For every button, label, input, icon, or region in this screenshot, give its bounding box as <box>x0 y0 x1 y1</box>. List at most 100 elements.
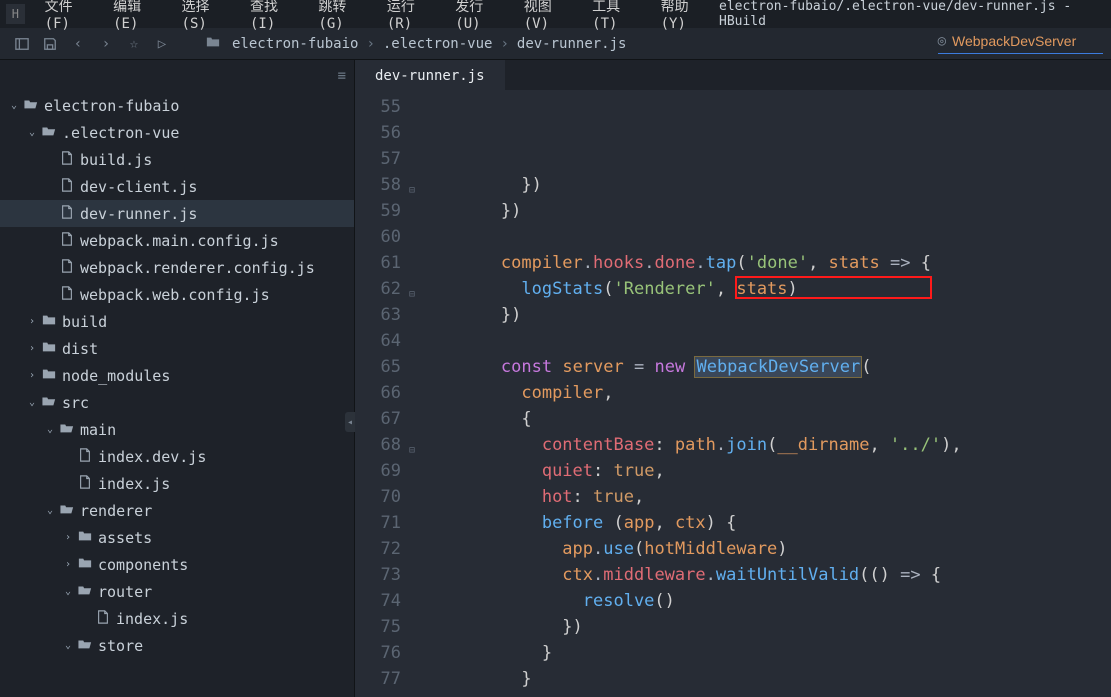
code-line[interactable]: }) <box>419 172 1111 198</box>
tree-folder[interactable]: ⌄src <box>0 389 354 416</box>
breadcrumb-item[interactable]: electron-fubaio <box>228 36 362 52</box>
line-number: 59 <box>355 198 401 224</box>
folder-open-icon <box>76 583 94 601</box>
search-box[interactable]: ◎ <box>938 33 1103 54</box>
code-line[interactable]: }) <box>419 614 1111 640</box>
tree-label: index.js <box>116 610 188 628</box>
file-icon <box>58 178 76 196</box>
chevron-right-icon[interactable]: › <box>26 316 38 327</box>
search-input[interactable] <box>952 33 1097 49</box>
file-icon <box>76 475 94 493</box>
tree-folder[interactable]: ⌄main <box>0 416 354 443</box>
chevron-right-icon[interactable]: › <box>26 370 38 381</box>
code-line[interactable]: resolve() <box>419 588 1111 614</box>
code-line[interactable]: const server = new WebpackDevServer( <box>419 354 1111 380</box>
tree-file[interactable]: ·index.js <box>0 470 354 497</box>
menu-bar: H 文件(F)编辑(E)选择(S)查找(I)跳转(G)运行(R)发行(U)视图(… <box>0 0 1111 28</box>
fold-icon[interactable]: ⊟ <box>409 438 415 464</box>
tab-title: dev-runner.js <box>375 68 485 84</box>
tree-file[interactable]: ·dev-client.js <box>0 173 354 200</box>
tree-file[interactable]: ·webpack.renderer.config.js <box>0 254 354 281</box>
code-line[interactable]: }) <box>419 302 1111 328</box>
menu-item[interactable]: 选择(S) <box>172 0 240 32</box>
tool-save-icon[interactable] <box>36 32 64 56</box>
fold-icon[interactable]: ⊟ <box>409 282 415 308</box>
tree-folder[interactable]: ⌄store <box>0 632 354 659</box>
tree-folder[interactable]: ⌄.electron-vue <box>0 119 354 146</box>
tree-file[interactable]: ·webpack.web.config.js <box>0 281 354 308</box>
tree-label: dev-client.js <box>80 178 197 196</box>
tree-folder[interactable]: ›dist <box>0 335 354 362</box>
fold-icon[interactable]: ⊟ <box>409 178 415 204</box>
tree-folder[interactable]: ›node_modules <box>0 362 354 389</box>
code-line[interactable] <box>419 328 1111 354</box>
code-line[interactable]: contentBase: path.join(__dirname, '../')… <box>419 432 1111 458</box>
tree-file[interactable]: ·index.dev.js <box>0 443 354 470</box>
code-lines[interactable]: }) }) compiler.hooks.done.tap('done', st… <box>419 90 1111 697</box>
code-line[interactable] <box>419 224 1111 250</box>
run-icon[interactable]: ▷ <box>148 32 176 56</box>
tree-label: index.js <box>98 475 170 493</box>
nav-back-icon[interactable]: ‹ <box>64 32 92 56</box>
sidebar-collapse-handle[interactable]: ◂ <box>345 412 355 432</box>
chevron-down-icon[interactable]: ⌄ <box>44 505 56 516</box>
folder-open-icon <box>22 97 40 115</box>
menu-item[interactable]: 帮助(Y) <box>651 0 719 32</box>
chevron-down-icon[interactable]: ⌄ <box>26 127 38 138</box>
star-icon[interactable]: ☆ <box>120 32 148 56</box>
tree-folder[interactable]: ›build <box>0 308 354 335</box>
editor-tab[interactable]: dev-runner.js <box>355 60 505 90</box>
code-editor[interactable]: 55565758⊟59606162⊟636465666768⊟697071727… <box>355 90 1111 697</box>
menu-item[interactable]: 视图(V) <box>514 0 582 32</box>
chevron-down-icon[interactable]: ⌄ <box>62 640 74 651</box>
code-line[interactable]: } <box>419 666 1111 692</box>
tree-folder[interactable]: ›components <box>0 551 354 578</box>
breadcrumb-item[interactable]: .electron-vue <box>379 36 497 52</box>
collapse-sidebar-icon[interactable]: ≡ <box>338 68 346 84</box>
line-number: 69 <box>355 458 401 484</box>
tree-folder[interactable]: ⌄renderer <box>0 497 354 524</box>
menu-item[interactable]: 工具(T) <box>582 0 650 32</box>
menu-item[interactable]: 文件(F) <box>35 0 103 32</box>
tree-file[interactable]: ·index.js <box>0 605 354 632</box>
tree-folder[interactable]: ›assets <box>0 524 354 551</box>
menu-item[interactable]: 运行(R) <box>377 0 445 32</box>
code-line[interactable]: }) <box>419 198 1111 224</box>
tree-file[interactable]: ·build.js <box>0 146 354 173</box>
menu-item[interactable]: 发行(U) <box>445 0 513 32</box>
tree-label: webpack.web.config.js <box>80 286 270 304</box>
chevron-right-icon[interactable]: › <box>62 559 74 570</box>
code-line[interactable]: ) <box>419 692 1111 697</box>
code-line[interactable]: { <box>419 406 1111 432</box>
line-number: 76 <box>355 640 401 666</box>
chevron-right-icon: › <box>496 36 512 52</box>
code-line[interactable]: compiler.hooks.done.tap('done', stats =>… <box>419 250 1111 276</box>
code-line[interactable]: logStats('Renderer', stats) <box>419 276 1111 302</box>
folder-open-icon <box>40 124 58 142</box>
code-line[interactable]: app.use(hotMiddleware) <box>419 536 1111 562</box>
chevron-right-icon[interactable]: › <box>26 343 38 354</box>
line-number: 68⊟ <box>355 432 401 458</box>
tree-folder[interactable]: ⌄router <box>0 578 354 605</box>
nav-forward-icon[interactable]: › <box>92 32 120 56</box>
tree-file[interactable]: ·webpack.main.config.js <box>0 227 354 254</box>
tool-layout-icon[interactable] <box>8 32 36 56</box>
chevron-down-icon[interactable]: ⌄ <box>62 586 74 597</box>
menu-item[interactable]: 跳转(G) <box>308 0 376 32</box>
menu-item[interactable]: 编辑(E) <box>103 0 171 32</box>
tree-label: electron-fubaio <box>44 97 179 115</box>
tree-folder[interactable]: ⌄ electron-fubaio <box>0 92 354 119</box>
code-line[interactable]: before (app, ctx) { <box>419 510 1111 536</box>
menu-item[interactable]: 查找(I) <box>240 0 308 32</box>
code-line[interactable]: } <box>419 640 1111 666</box>
tree-file[interactable]: ·dev-runner.js <box>0 200 354 227</box>
chevron-down-icon[interactable]: ⌄ <box>8 100 20 111</box>
code-line[interactable]: quiet: true, <box>419 458 1111 484</box>
chevron-down-icon[interactable]: ⌄ <box>44 424 56 435</box>
chevron-right-icon[interactable]: › <box>62 532 74 543</box>
code-line[interactable]: hot: true, <box>419 484 1111 510</box>
code-line[interactable]: ctx.middleware.waitUntilValid(() => { <box>419 562 1111 588</box>
code-line[interactable]: compiler, <box>419 380 1111 406</box>
chevron-down-icon[interactable]: ⌄ <box>26 397 38 408</box>
breadcrumb-item[interactable]: dev-runner.js <box>513 36 631 52</box>
